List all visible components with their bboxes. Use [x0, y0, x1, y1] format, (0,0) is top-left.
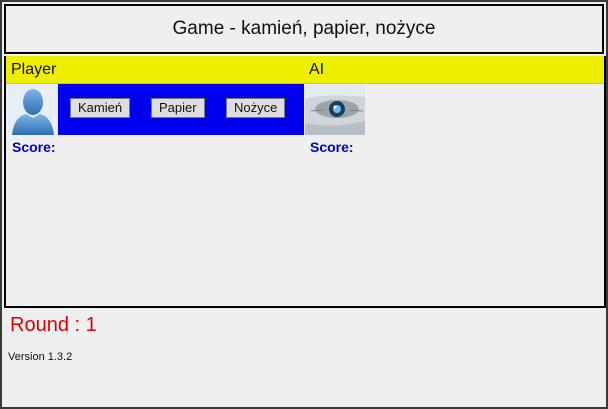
player-avatar-row: Kamień Papier Nożyce — [6, 84, 304, 135]
ai-panel-title: AI — [304, 56, 604, 84]
app-frame: Game - kamień, papier, nożyce Player Kam — [2, 2, 606, 407]
move-controls: Kamień Papier Nożyce — [58, 84, 304, 135]
round-indicator: Round : 1 — [10, 314, 97, 336]
robot-eye-icon — [305, 85, 365, 135]
player-score: Score: — [12, 139, 56, 155]
paper-button[interactable]: Papier — [151, 98, 205, 118]
player-panel: Player Kamień Papier Nożyce Score: — [4, 56, 306, 308]
player-avatar — [8, 85, 58, 135]
page-title: Game - kamień, papier, nożyce — [4, 4, 604, 54]
ai-panel: AI Score: — [304, 56, 606, 308]
scissors-button[interactable]: Nożyce — [226, 98, 286, 118]
footer: Round : 1 Version 1.3.2 — [4, 308, 604, 407]
ai-avatar-row — [304, 84, 604, 135]
rock-button[interactable]: Kamień — [70, 98, 131, 118]
ai-avatar — [305, 85, 365, 135]
player-panel-title: Player — [6, 56, 304, 84]
version-label: Version 1.3.2 — [8, 351, 73, 363]
person-icon — [12, 89, 54, 135]
ai-score: Score: — [310, 139, 354, 155]
